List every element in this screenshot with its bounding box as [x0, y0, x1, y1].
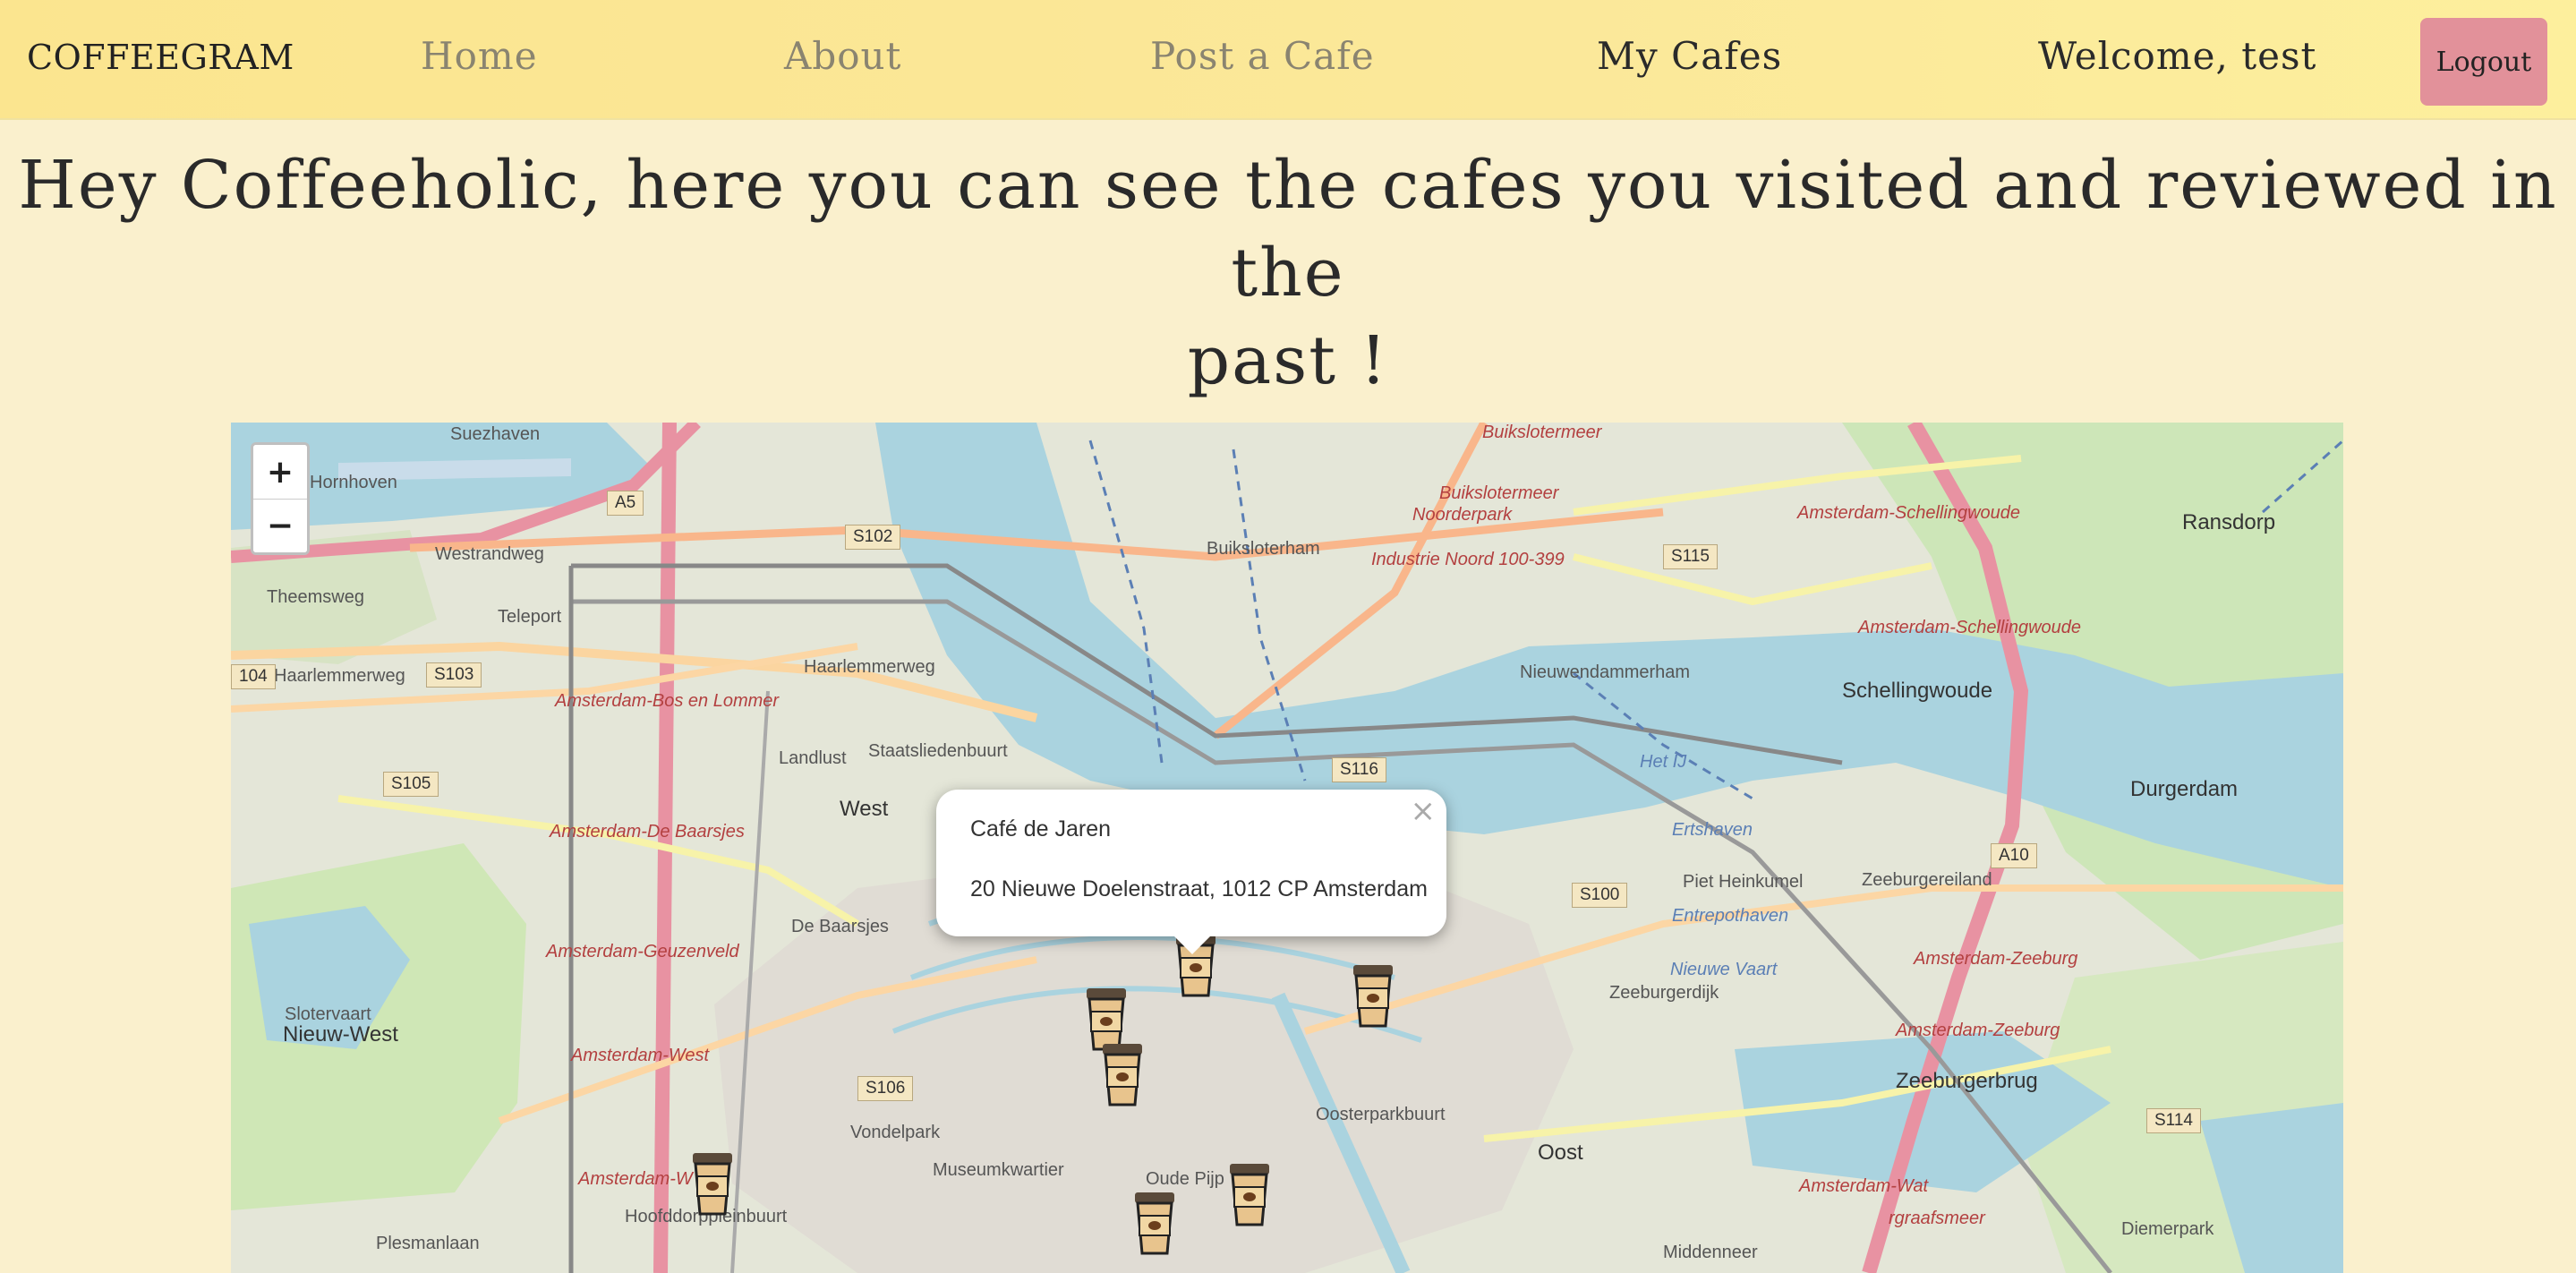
map-label-amsterdam-wat: Amsterdam-Wat [1799, 1176, 1929, 1196]
map-label-de-baarsjes: De Baarsjes [791, 917, 889, 936]
navbar: COFFEEGRAM Home About Post a Cafe My Caf… [0, 0, 2576, 120]
map-label-hornhoven: Hornhoven [310, 473, 397, 492]
zoom-control: + − [251, 442, 310, 555]
map-label-amsterdam-west: Amsterdam-West [571, 1046, 710, 1065]
logout-button[interactable]: Logout [2420, 18, 2547, 106]
map-label-schellingwoude-district-1: Amsterdam-Schellingwoude [1797, 503, 2021, 523]
map-label-schellingwoude: Schellingwoude [1842, 679, 1993, 703]
map-label-suezhaven: Suezhaven [450, 424, 541, 444]
map-label-buiksloterham: Buiksloterham [1207, 539, 1320, 559]
map-label-haarlemmerweg-east: Haarlemmerweg [804, 657, 935, 677]
coffee-cup-marker-icon[interactable] [687, 1149, 738, 1217]
map-label-graafsmeer: rgraafsmeer [1889, 1209, 1985, 1228]
map-label-middenneer: Middenneer [1663, 1243, 1758, 1262]
popup-cafe-address: 20 Nieuwe Doelenstraat, 1012 CP Amsterda… [970, 876, 1428, 901]
map-label-het-ij: Het IJ [1640, 752, 1687, 772]
road-shield-s114: S114 [2146, 1108, 2201, 1133]
map-label-oude-pijp: Oude Pijp [1146, 1169, 1224, 1189]
map-label-landlust: Landlust [779, 748, 847, 768]
zoom-in-button[interactable]: + [253, 445, 307, 499]
map-label-bos-en-lommer: Amsterdam-Bos en Lommer [555, 691, 780, 711]
road-shield-a5: A5 [607, 491, 644, 516]
coffee-cup-marker-icon[interactable] [1348, 961, 1398, 1030]
map-label-zeeburgerbrug: Zeeburgerbrug [1896, 1069, 2038, 1093]
road-shield-a10: A10 [1991, 843, 2037, 868]
map-label-de-baarsjes-district: Amsterdam-De Baarsjes [550, 822, 745, 842]
map-label-schellingwoude-district-2: Amsterdam-Schellingwoude [1858, 618, 2082, 637]
road-shield-s116: S116 [1332, 757, 1386, 782]
map-label-zeeburg-district-1: Amsterdam-Zeeburg [1914, 949, 2078, 969]
map-label-durgerdam: Durgerdam [2130, 777, 2239, 801]
zoom-out-button[interactable]: − [253, 499, 307, 552]
map-label-buikslotermeer: Buikslotermeer [1439, 483, 1559, 503]
map-label-oosterparkbuurt: Oosterparkbuurt [1316, 1105, 1446, 1124]
map-label-haarlemmerweg-west: Haarlemmerweg [274, 666, 405, 686]
page-heading-line-2: past ! [1187, 322, 1389, 399]
popup-tip [1171, 933, 1214, 954]
map-label-diemerpark: Diemerpark [2121, 1219, 2214, 1239]
map-label-vondelpark: Vondelpark [850, 1123, 941, 1142]
coffee-cup-marker-icon[interactable] [1130, 1189, 1180, 1257]
cafe-popup: × Café de Jaren 20 Nieuwe Doelenstraat, … [936, 790, 1446, 954]
map-label-geuzenveld: Amsterdam-Geuzenveld [546, 942, 739, 961]
map-label-staatsliedenbuurt: Staatsliedenbuurt [868, 741, 1008, 761]
road-shield-s115: S115 [1663, 544, 1718, 569]
map-label-zeeburgereiland: Zeeburgereiland [1862, 870, 1992, 890]
map-label-nieuwe-vaart: Nieuwe Vaart [1670, 960, 1778, 979]
nav-link-about[interactable]: About [784, 34, 901, 78]
road-shield-s106: S106 [857, 1076, 914, 1101]
map-label-industrie-noord: Industrie Noord 100-399 [1371, 550, 1565, 569]
map-label-museumkwartier: Museumkwartier [933, 1160, 1064, 1180]
map-label-theemsweg: Theemsweg [267, 587, 364, 607]
map-label-noorderpark: Noorderpark [1412, 505, 1513, 525]
map-label-zeeburgerdijk: Zeeburgerdijk [1609, 983, 1719, 1003]
popup-cafe-name: Café de Jaren [970, 816, 1112, 842]
coffee-cup-marker-icon[interactable] [1224, 1160, 1275, 1228]
road-shield-s105: S105 [383, 772, 439, 797]
road-shield-s102: S102 [845, 525, 901, 550]
map-label-west: West [840, 797, 889, 821]
map-label-oost: Oost [1538, 1141, 1583, 1165]
map-label-nieuwendammerham: Nieuwendammerham [1520, 662, 1691, 682]
welcome-text: Welcome, test [2038, 34, 2317, 78]
road-shield-104: 104 [231, 664, 276, 689]
popup-close-icon[interactable]: × [1411, 793, 1437, 829]
nav-link-my-cafes[interactable]: My Cafes [1597, 34, 1782, 78]
coffee-cup-marker-icon[interactable] [1097, 1040, 1147, 1108]
nav-link-post-cafe[interactable]: Post a Cafe [1150, 34, 1375, 78]
map-label-nieuw-west: Nieuw-West [283, 1022, 398, 1047]
map-label-ertshaven: Ertshaven [1672, 820, 1753, 840]
map-label-buikslotermeer-district: Buikslotermeer [1482, 423, 1602, 442]
map-label-westrandweg: Westrandweg [435, 544, 544, 564]
map-label-zeeburg-district-2: Amsterdam-Zeeburg [1896, 1021, 2060, 1040]
map-label-ransdorp: Ransdorp [2182, 510, 2276, 534]
map-label-entrepothaven: Entrepothaven [1672, 906, 1789, 926]
nav-link-home[interactable]: Home [421, 34, 538, 78]
map-label-plesmanlaan: Plesmanlaan [376, 1234, 480, 1253]
road-shield-s103: S103 [426, 662, 482, 688]
page-heading-line-1: Hey Coffeeholic, here you can see the ca… [18, 147, 2558, 312]
road-shield-s100: S100 [1572, 883, 1628, 908]
page-heading: Hey Coffeeholic, here you can see the ca… [0, 141, 2576, 405]
cafe-map[interactable]: Suezhaven Hornhoven Westrandweg Theemswe… [231, 423, 2343, 1273]
brand-logo[interactable]: COFFEEGRAM [27, 38, 294, 77]
map-label-teleport: Teleport [498, 607, 562, 627]
map-label-piet-hein: Piet Heinkumel [1683, 872, 1804, 892]
map-label-amsterdam-w: Amsterdam-W [578, 1169, 693, 1189]
